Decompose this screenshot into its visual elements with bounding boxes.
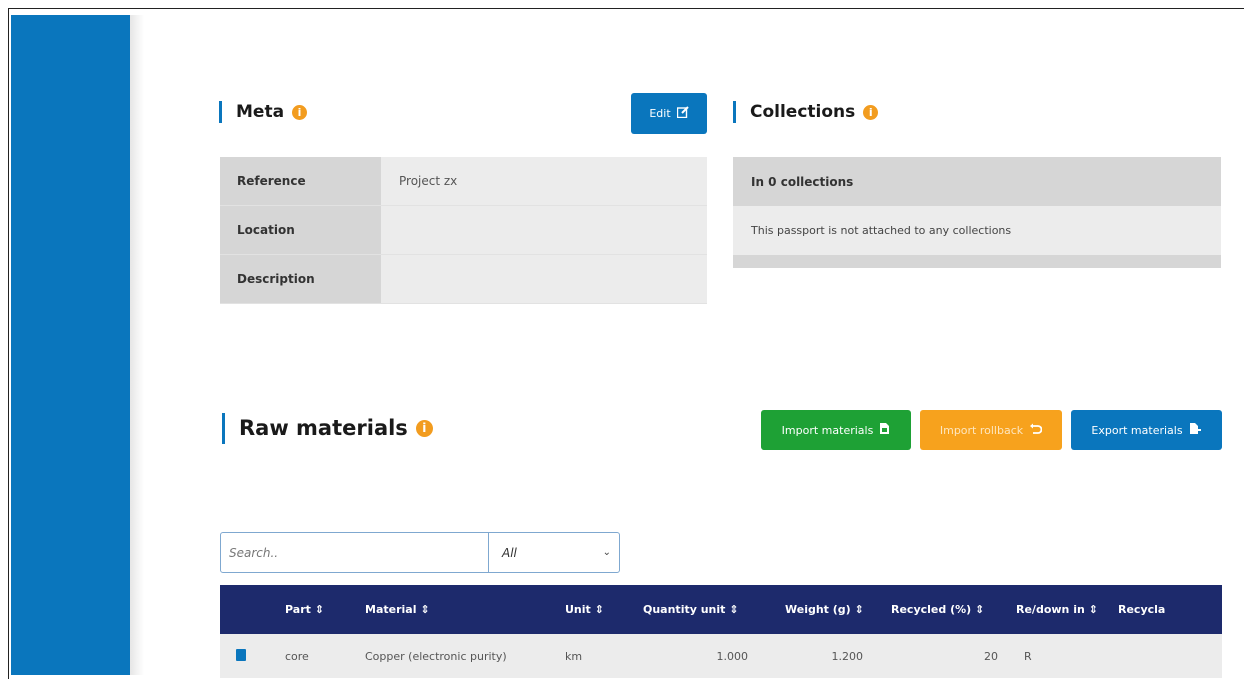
search-filter-bar: All ⌄ (220, 532, 620, 573)
meta-value (381, 206, 707, 254)
column-header-recycled[interactable]: Recycled (%) ⇕ (873, 603, 1008, 616)
section-accent-bar (733, 101, 736, 123)
raw-materials-section-header: Raw materials i (222, 412, 433, 444)
column-header-quantity-unit[interactable]: Quantity unit ⇕ (643, 603, 758, 616)
sidebar-shadow (130, 15, 144, 675)
sidebar (11, 15, 130, 675)
undo-icon (1029, 423, 1043, 438)
info-icon[interactable]: i (292, 104, 308, 120)
meta-key: Location (220, 206, 381, 254)
meta-row-location: Location (220, 206, 707, 255)
table-header: Part ⇕ Material ⇕ Unit ⇕ Quantity unit ⇕… (220, 585, 1222, 634)
meta-key: Reference (220, 157, 381, 205)
delete-row-button[interactable] (220, 648, 267, 664)
import-rollback-button[interactable]: Import rollback (920, 410, 1062, 450)
file-export-icon (1189, 422, 1202, 438)
collections-count: In 0 collections (733, 157, 1221, 206)
cell-weight: 1.200 (831, 649, 864, 663)
meta-section-header: Meta i (219, 100, 308, 124)
column-header-weight[interactable]: Weight (g) ⇕ (758, 603, 873, 616)
cell-redown: R (1024, 649, 1032, 663)
cell-quantity: 1.000 (716, 649, 749, 663)
meta-value (381, 255, 707, 303)
collections-table: In 0 collections This passport is not at… (733, 157, 1221, 268)
collections-title: Collections (750, 102, 856, 122)
cell-material: Copper (electronic purity) (365, 649, 507, 663)
column-header-redown[interactable]: Re/down in ⇕ (1008, 603, 1118, 616)
meta-row-description: Description (220, 255, 707, 304)
cell-part: core (285, 649, 309, 663)
meta-title: Meta (236, 102, 285, 122)
edit-button-label: Edit (649, 107, 671, 120)
collections-empty-message: This passport is not attached to any col… (733, 206, 1221, 255)
export-materials-button[interactable]: Export materials (1071, 410, 1222, 450)
cell-unit: km (565, 649, 583, 663)
import-materials-button[interactable]: Import materials (761, 410, 911, 450)
import-rollback-label: Import rollback (939, 423, 1024, 437)
meta-key: Description (220, 255, 381, 303)
raw-materials-title: Raw materials (239, 416, 408, 440)
filter-select-value: All (502, 545, 517, 560)
meta-table: Reference Project zx Location Descriptio… (220, 157, 707, 304)
info-icon[interactable]: i (415, 419, 433, 437)
column-header-part[interactable]: Part ⇕ (267, 603, 365, 616)
section-accent-bar (222, 412, 225, 444)
meta-row-reference: Reference Project zx (220, 157, 707, 206)
filter-select[interactable]: All ⌄ (489, 533, 619, 572)
table-row: core Copper (electronic purity) km 1.000… (220, 634, 1222, 678)
column-header-unit[interactable]: Unit ⇕ (565, 603, 643, 616)
import-materials-label: Import materials (781, 423, 874, 437)
materials-table: Part ⇕ Material ⇕ Unit ⇕ Quantity unit ⇕… (220, 585, 1222, 678)
trash-icon (236, 648, 246, 661)
edit-icon (676, 106, 689, 121)
chevron-down-icon: ⌄ (602, 547, 611, 558)
app-frame (8, 8, 1244, 679)
info-icon[interactable]: i (863, 104, 879, 120)
search-input[interactable] (221, 533, 489, 572)
file-import-icon (879, 422, 890, 438)
cell-recycled: 20 (984, 649, 998, 663)
collections-section-header: Collections i (733, 100, 879, 124)
collections-footer (733, 255, 1221, 268)
meta-value: Project zx (381, 157, 707, 205)
edit-button[interactable]: Edit (631, 93, 707, 134)
column-header-recyclable[interactable]: Recycla (1118, 603, 1222, 616)
column-header-material[interactable]: Material ⇕ (365, 603, 565, 616)
export-materials-label: Export materials (1091, 423, 1183, 437)
section-accent-bar (219, 101, 222, 123)
